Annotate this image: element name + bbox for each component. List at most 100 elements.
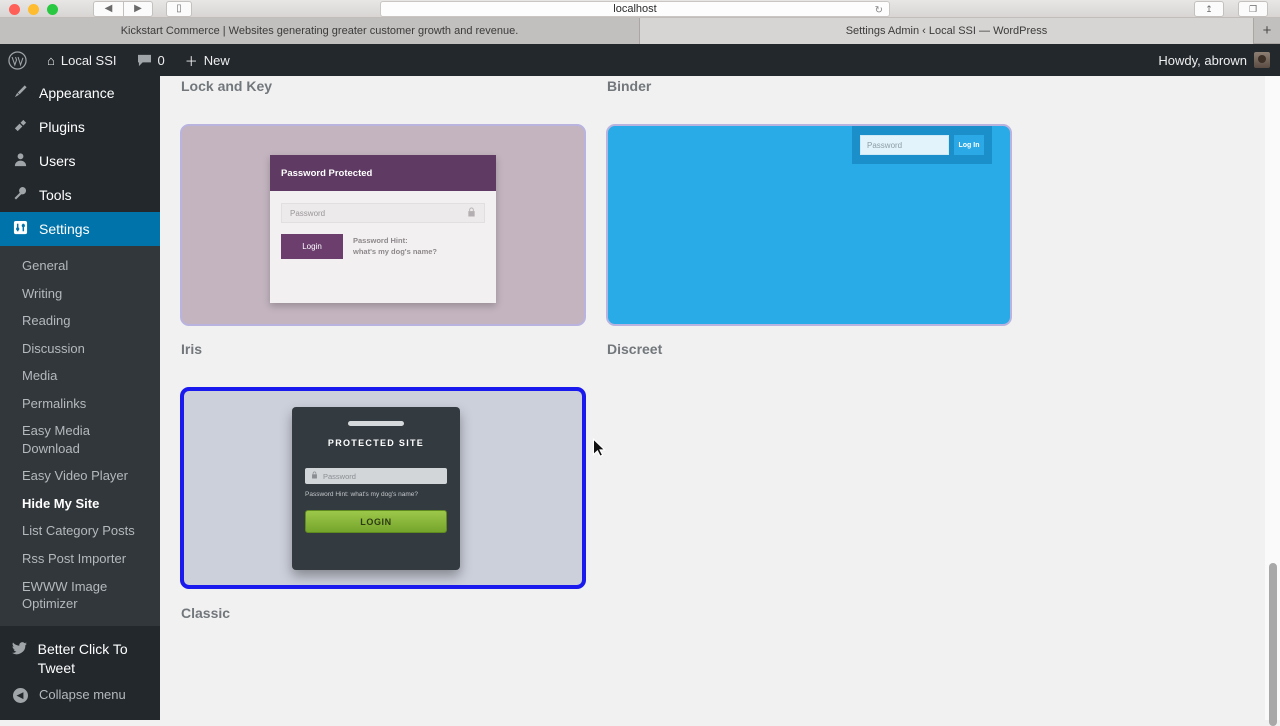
twitter-icon: [10, 640, 29, 658]
theme-label-discreet: Discreet: [607, 341, 663, 357]
lock-icon: [311, 471, 318, 481]
plus-icon: ＋: [184, 53, 198, 69]
theme-label-lock-and-key: Lock and Key: [181, 78, 273, 94]
tab-bar: Kickstart Commerce | Websites generating…: [0, 18, 1280, 44]
window-minimize-button[interactable]: [28, 4, 39, 15]
sidebar-item-plugins[interactable]: Plugins: [0, 110, 160, 144]
iris-hint-line2: what's my dog's name?: [353, 246, 438, 256]
sidebar-item-label: Users: [39, 153, 76, 169]
iris-login-card: Password Protected Password Login Passwo…: [270, 155, 496, 303]
person-icon-svg: [14, 153, 26, 167]
submenu-item-media[interactable]: Media: [0, 362, 160, 390]
browser-tab[interactable]: Kickstart Commerce | Websites generating…: [0, 18, 640, 44]
sidebar-item-better-click-to-tweet[interactable]: Better Click To Tweet: [0, 635, 160, 679]
new-tab-button[interactable]: +: [1254, 18, 1280, 43]
theme-thumbnail-iris[interactable]: Password Protected Password Login Passwo…: [180, 124, 586, 326]
mouse-cursor: [592, 438, 606, 457]
sidebar-item-users[interactable]: Users: [0, 144, 160, 178]
submenu-item-permalinks[interactable]: Permalinks: [0, 390, 160, 418]
theme-label-binder: Binder: [607, 78, 652, 94]
back-icon[interactable]: ◀: [93, 1, 123, 17]
classic-slot-decor: [348, 421, 404, 426]
collapse-arrow-icon: ◀: [10, 686, 30, 704]
submenu-item-hide-my-site[interactable]: Hide My Site: [0, 490, 160, 518]
collapse-arrow-glyph: ◀: [12, 688, 28, 704]
discreet-login-bar: Password Log In: [852, 126, 992, 164]
sidebar-item-label: Appearance: [39, 85, 115, 101]
plugins-icon: [10, 118, 30, 136]
classic-login-button: LOGIN: [305, 510, 447, 533]
page-scrollbar-track[interactable]: [1265, 76, 1280, 726]
discreet-password-field: Password: [860, 135, 949, 155]
window-close-button[interactable]: [9, 4, 20, 15]
lock-icon-svg: [468, 207, 475, 217]
theme-thumbnail-discreet[interactable]: Password Log In: [606, 124, 1012, 326]
submenu-item-rss-post-importer[interactable]: Rss Post Importer: [0, 545, 160, 573]
users-icon: [10, 152, 30, 170]
wp-admin-bar: ⌂ Local SSI 0 ＋ New Howdy, abrown: [0, 44, 1280, 76]
wordpress-logo-svg: [8, 50, 27, 70]
howdy-label: Howdy, abrown: [1158, 52, 1247, 68]
collapse-menu-button[interactable]: ◀ Collapse menu: [0, 679, 160, 711]
submenu-item-discussion[interactable]: Discussion: [0, 335, 160, 363]
browser-toolbar: ◀ ▶ ▯ localhost ↻ ↥ ❐: [0, 0, 1280, 18]
theme-label-classic: Classic: [181, 605, 231, 621]
iris-hint-line1: Password Hint:: [353, 235, 408, 245]
collapse-menu-label: Collapse menu: [39, 687, 126, 703]
avatar: [1254, 52, 1270, 68]
submenu-item-writing[interactable]: Writing: [0, 280, 160, 308]
classic-password-field: Password: [305, 468, 447, 484]
lock-icon: [467, 207, 476, 219]
discreet-login-button: Log In: [954, 135, 984, 155]
submenu-item-easy-video-player[interactable]: Easy Video Player: [0, 462, 160, 490]
browser-tab-active[interactable]: Settings Admin ‹ Local SSI — WordPress: [640, 18, 1254, 44]
sidebar-item-appearance[interactable]: Appearance: [0, 76, 160, 110]
submenu-item-ewww-image-optimizer[interactable]: EWWW Image Optimizer: [0, 573, 160, 618]
menu-separator: [0, 625, 160, 635]
sidebar-item-label: Better Click To Tweet: [37, 640, 128, 676]
submenu-item-list-category-posts[interactable]: List Category Posts: [0, 517, 160, 545]
comments-menu[interactable]: 0: [127, 44, 175, 76]
window-maximize-button[interactable]: [47, 4, 58, 15]
reload-icon[interactable]: ↻: [875, 3, 883, 18]
classic-login-panel: PROTECTED SITE Password Password Hint: w…: [292, 407, 460, 570]
new-content-menu[interactable]: ＋ New: [175, 44, 240, 76]
wrench-icon-svg: [14, 186, 26, 200]
share-icon[interactable]: ↥: [1194, 1, 1224, 17]
site-name-menu[interactable]: ⌂ Local SSI: [37, 44, 127, 76]
admin-sidebar: Appearance Plugins Users Tools Settings …: [0, 76, 160, 720]
iris-hint: Password Hint: what's my dog's name?: [353, 236, 437, 258]
theme-thumbnail-classic[interactable]: PROTECTED SITE Password Password Hint: w…: [180, 387, 586, 589]
wordpress-logo-icon[interactable]: [0, 44, 37, 76]
twitter-bird-svg: [11, 641, 27, 654]
settings-icon: [10, 220, 30, 238]
sidebar-toggle-icon[interactable]: ▯: [166, 1, 192, 17]
sidebar-item-label: Tools: [39, 187, 72, 203]
iris-card-header: Password Protected: [270, 155, 496, 191]
tools-icon: [10, 186, 30, 204]
submenu-item-reading[interactable]: Reading: [0, 307, 160, 335]
home-icon: ⌂: [47, 52, 55, 68]
main-content: Lock and Key Binder Password Protected P…: [160, 76, 1280, 720]
url-text: localhost: [613, 3, 657, 15]
comment-bubble-icon: [137, 54, 151, 66]
account-menu[interactable]: Howdy, abrown: [1158, 52, 1280, 68]
brush-icon-svg: [14, 85, 27, 98]
classic-title: PROTECTED SITE: [327, 438, 425, 448]
lock-icon-svg: [312, 471, 317, 479]
sidebar-item-tools[interactable]: Tools: [0, 178, 160, 212]
new-tab-icon[interactable]: ❐: [1238, 1, 1268, 17]
plug-icon-svg: [14, 119, 26, 132]
page-scrollbar-thumb[interactable]: [1269, 563, 1277, 726]
address-bar[interactable]: localhost ↻: [380, 1, 890, 17]
settings-submenu: General Writing Reading Discussion Media…: [0, 246, 160, 626]
iris-action-row: Login Password Hint: what's my dog's nam…: [281, 234, 485, 259]
sidebar-item-settings[interactable]: Settings: [0, 212, 160, 246]
classic-hint: Password Hint: what's my dog's name?: [305, 491, 419, 498]
iris-password-placeholder: Password: [290, 208, 326, 218]
sliders-icon-svg: [13, 220, 27, 235]
comment-count: 0: [157, 52, 165, 68]
submenu-item-easy-media-download[interactable]: Easy Media Download: [0, 417, 160, 462]
submenu-item-general[interactable]: General: [0, 252, 160, 280]
forward-icon[interactable]: ▶: [123, 1, 153, 17]
